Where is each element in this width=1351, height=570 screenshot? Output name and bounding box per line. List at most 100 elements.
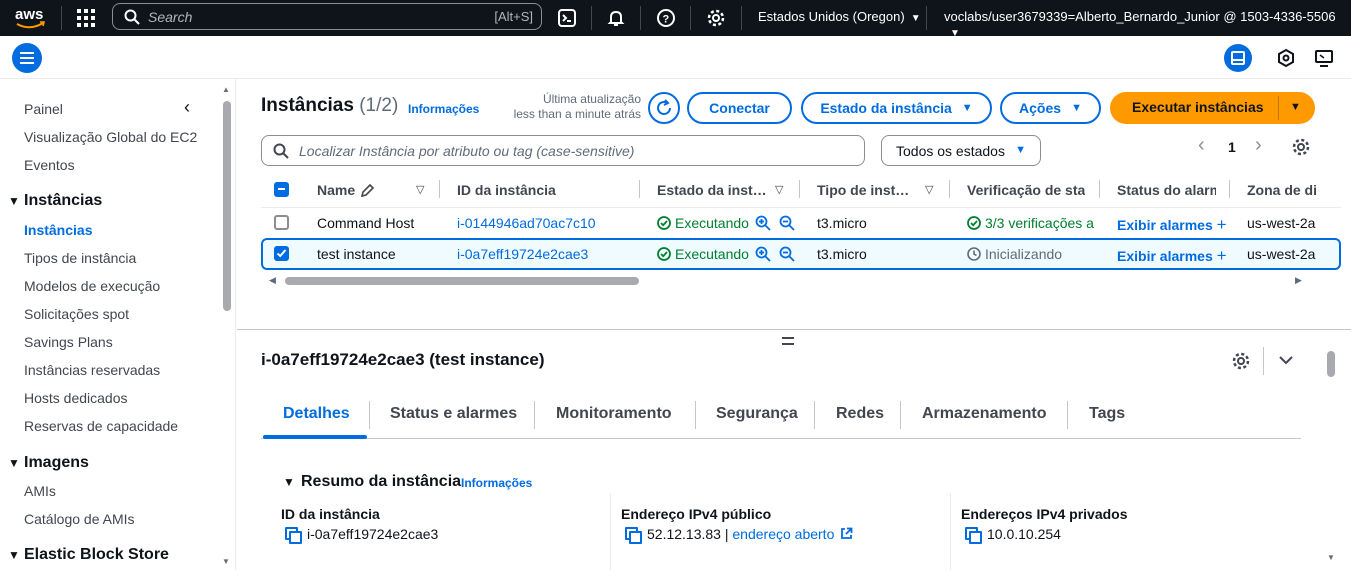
table-horizontal-scrollbar[interactable]: ◀ ▶ <box>261 274 1325 288</box>
launch-instances-button[interactable]: Executar instâncias ▼ <box>1110 92 1315 124</box>
copy-icon[interactable] <box>965 527 982 544</box>
hamburger-icon-line <box>20 62 34 64</box>
bell-icon[interactable] <box>606 8 626 28</box>
info-link[interactable]: Informações <box>461 476 532 490</box>
tab-redes[interactable]: Redes <box>836 405 884 423</box>
select-all-checkbox[interactable] <box>274 182 289 197</box>
cell-state: Executando <box>657 246 749 262</box>
region-selector[interactable]: Estados Unidos (Oregon) ▼ <box>758 9 921 24</box>
refresh-button[interactable] <box>648 92 680 124</box>
state-filter-select[interactable]: Todos os estados ▼ <box>881 135 1041 166</box>
gear-icon[interactable] <box>706 8 726 28</box>
sidebar-scrollbar[interactable] <box>223 101 231 311</box>
scroll-down-arrow[interactable]: ▼ <box>1327 553 1335 562</box>
copy-icon[interactable] <box>285 527 302 544</box>
table-row-selected[interactable]: test instance i-0a7eff19724e2cae3 Execut… <box>261 238 1341 270</box>
sidebar-item-reservas-capacidade[interactable]: Reservas de capacidade <box>24 418 178 434</box>
sort-caret-icon[interactable]: ▽ <box>925 183 933 196</box>
view-alarms-link[interactable]: Exibir alarmes + <box>1117 215 1227 235</box>
page-number[interactable]: 1 <box>1228 139 1236 155</box>
sidebar-item-tipos-instancia[interactable]: Tipos de instância <box>24 250 136 266</box>
sidebar-section-instancias[interactable]: ▼ Instâncias <box>8 192 102 210</box>
sidebar-item-instancias[interactable]: Instâncias <box>24 222 92 238</box>
sidebar-item-global-view[interactable]: Visualização Global do EC2 <box>24 129 197 145</box>
sidebar-item-modelos-execucao[interactable]: Modelos de execução <box>24 278 160 294</box>
actions-button[interactable]: Ações ▼ <box>1000 92 1101 124</box>
settings-gear-icon[interactable] <box>1231 351 1251 371</box>
hexagon-icon[interactable] <box>1272 44 1300 72</box>
open-address-link[interactable]: endereço aberto <box>732 526 834 542</box>
row-checkbox[interactable] <box>274 246 289 261</box>
column-alarm-status[interactable]: Status do alarm <box>1117 182 1216 198</box>
sidebar-section-imagens[interactable]: ▼ Imagens <box>8 454 89 472</box>
sidebar-item-amis[interactable]: AMIs <box>24 483 56 499</box>
resize-handle[interactable] <box>782 337 794 345</box>
sidebar-item-eventos[interactable]: Eventos <box>24 157 75 173</box>
scrollbar-thumb[interactable] <box>285 277 639 285</box>
connect-button[interactable]: Conectar <box>687 92 792 124</box>
sidebar-item-savings-plans[interactable]: Savings Plans <box>24 334 113 350</box>
scroll-down-arrow[interactable]: ▼ <box>222 557 230 566</box>
zoom-in-icon[interactable] <box>755 215 771 231</box>
column-status-check[interactable]: Verificação de stat <box>967 182 1085 198</box>
external-link-icon[interactable] <box>840 527 853 540</box>
info-link[interactable]: Informações <box>408 102 479 116</box>
table-header: Name ▽ ID da instância Estado da inst… ▽… <box>261 174 1341 206</box>
column-availability-zone[interactable]: Zona de di <box>1247 182 1327 198</box>
next-page-icon[interactable]: › <box>1255 134 1262 157</box>
sidebar-section-ebs[interactable]: ▼ Elastic Block Store <box>8 546 169 564</box>
column-divider <box>610 493 611 570</box>
sidebar-item-catalogo-amis[interactable]: Catálogo de AMIs <box>24 511 135 527</box>
account-label: voclabs/user3679339=Alberto_Bernardo_Jun… <box>944 9 1336 24</box>
tab-armazenamento[interactable]: Armazenamento <box>922 405 1046 423</box>
sort-caret-icon[interactable]: ▽ <box>416 183 424 196</box>
sidebar-item-solicitacoes-spot[interactable]: Solicitações spot <box>24 306 129 322</box>
column-instance-id[interactable]: ID da instância <box>457 182 556 198</box>
scroll-left-arrow[interactable]: ◀ <box>269 275 276 286</box>
instance-state-button[interactable]: Estado da instância ▼ <box>801 92 992 124</box>
tab-divider <box>534 401 535 429</box>
sidebar-item-painel[interactable]: Painel <box>24 101 63 117</box>
account-menu[interactable]: voclabs/user3679339=Alberto_Bernardo_Jun… <box>944 9 1351 39</box>
prev-page-icon[interactable]: ‹ <box>1198 134 1205 157</box>
zoom-out-icon[interactable] <box>779 246 795 262</box>
help-icon[interactable]: ? <box>656 8 676 28</box>
cell-instance-id-link[interactable]: i-0a7eff19724e2cae3 <box>457 246 588 262</box>
view-alarms-link[interactable]: Exibir alarmes + <box>1117 246 1227 266</box>
cell-status-check: Inicializando <box>967 246 1062 262</box>
cloudshell-icon[interactable] <box>557 8 577 28</box>
scroll-up-arrow[interactable]: ▲ <box>222 85 230 94</box>
column-name[interactable]: Name <box>317 182 355 198</box>
sidebar-item-hosts-dedicados[interactable]: Hosts dedicados <box>24 390 128 406</box>
filter-input[interactable]: Localizar Instância por atributo ou tag … <box>261 135 865 166</box>
sort-caret-icon[interactable]: ▽ <box>775 183 783 196</box>
scroll-right-arrow[interactable]: ▶ <box>1295 275 1302 286</box>
monitor-icon[interactable] <box>1310 44 1338 72</box>
caret-down-icon[interactable]: ▼ <box>283 475 295 489</box>
settings-gear-icon[interactable] <box>1291 137 1311 157</box>
cell-instance-id-link[interactable]: i-0144946ad70ac7c10 <box>457 215 596 231</box>
tab-detalhes[interactable]: Detalhes <box>283 405 350 423</box>
detail-scrollbar[interactable] <box>1327 351 1335 377</box>
column-state[interactable]: Estado da inst… <box>657 182 767 198</box>
row-checkbox[interactable] <box>274 215 289 230</box>
caret-down-icon[interactable]: ▼ <box>1290 101 1301 113</box>
chevron-left-icon[interactable]: ‹ <box>184 97 190 118</box>
panel-toggle-button[interactable] <box>1224 44 1252 72</box>
chevron-down-icon[interactable] <box>1277 353 1295 367</box>
menu-toggle-button[interactable] <box>12 43 42 73</box>
zoom-out-icon[interactable] <box>779 215 795 231</box>
copy-icon[interactable] <box>625 527 642 544</box>
zoom-in-icon[interactable] <box>755 246 771 262</box>
divider <box>61 6 62 30</box>
tab-tags[interactable]: Tags <box>1089 405 1125 423</box>
sidebar-item-instancias-reservadas[interactable]: Instâncias reservadas <box>24 362 160 378</box>
aws-logo[interactable]: aws <box>14 4 46 32</box>
column-type[interactable]: Tipo de inst… <box>817 182 909 198</box>
tab-status-alarmes[interactable]: Status e alarmes <box>390 405 517 423</box>
table-row[interactable]: Command Host i-0144946ad70ac7c10 Executa… <box>261 207 1341 239</box>
search-input[interactable]: Search [Alt+S] <box>112 3 542 30</box>
tab-monitoramento[interactable]: Monitoramento <box>556 405 672 423</box>
tab-seguranca[interactable]: Segurança <box>716 405 798 423</box>
grid-icon[interactable] <box>77 9 95 27</box>
